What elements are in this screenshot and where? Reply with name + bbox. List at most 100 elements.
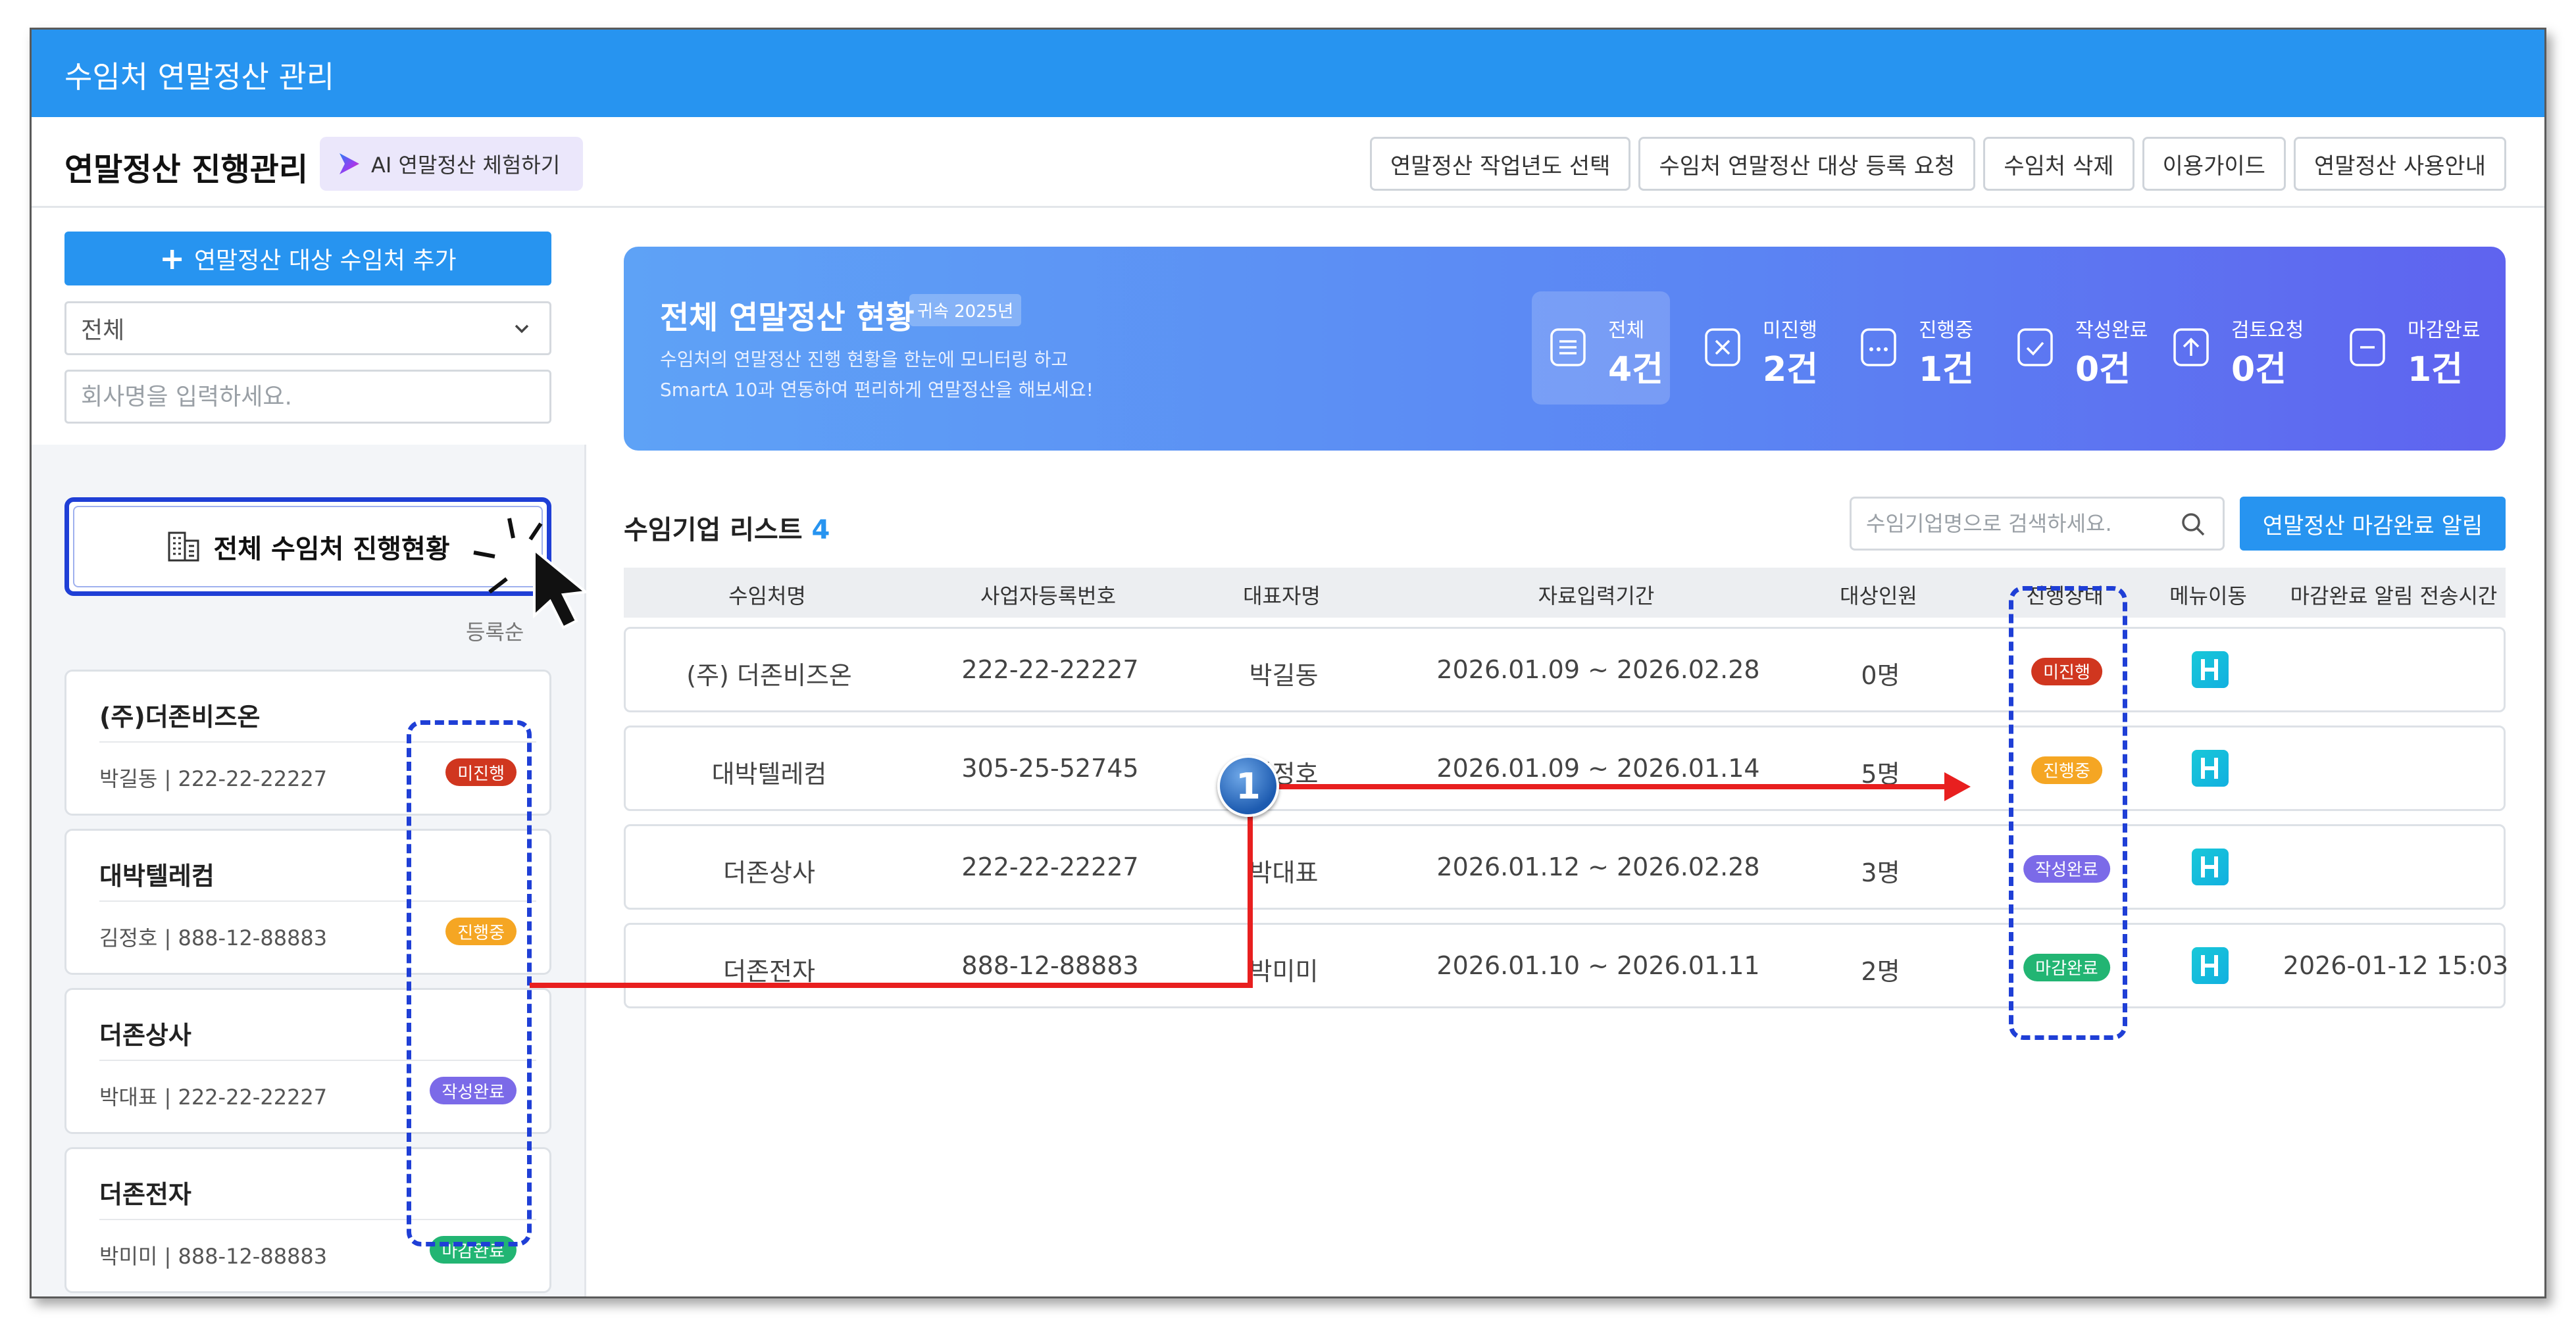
- column-header: 마감완료 알림 전송시간: [2290, 583, 2498, 608]
- stat-label: 검토요청: [2231, 319, 2304, 342]
- client-card-name: (주)더존비즈온: [99, 702, 261, 731]
- user-guide-button[interactable]: 이용가이드: [2142, 137, 2286, 191]
- client-card-name: 더존상사: [99, 1021, 191, 1050]
- cell-input-period: 2026.01.12 ~ 2026.02.28: [1436, 852, 1760, 881]
- cell-target-people: 0명: [1861, 661, 1900, 690]
- request-registration-button[interactable]: 수임처 연말정산 대상 등록 요청: [1638, 137, 1976, 191]
- page-header: 연말정산 진행관리 AI 연말정산 체험하기 연말정산 작업년도 선택 수임처 …: [32, 117, 2544, 208]
- cell-client-name: 대박텔레컴: [711, 760, 827, 789]
- titlebar: 수임처 연말정산 관리: [32, 30, 2544, 117]
- client-card-info: 박길동 | 222-22-22227: [99, 766, 328, 791]
- client-list-title-text: 수임기업 리스트: [624, 515, 803, 545]
- client-card-info: 김정호 | 888-12-88883: [99, 925, 328, 950]
- client-list-count: 4: [811, 515, 830, 545]
- x-box-icon: [1705, 328, 1740, 366]
- search-icon[interactable]: [2179, 510, 2208, 539]
- stat-value: 0건: [2075, 350, 2131, 389]
- stat-label: 작성완료: [2075, 319, 2148, 342]
- cell-target-people: 5명: [1861, 760, 1900, 789]
- client-card-info: 박미미 | 888-12-88883: [99, 1244, 328, 1269]
- stat-value: 0건: [2231, 350, 2287, 389]
- status-button-inner-border: [73, 506, 543, 587]
- client-card-rep: 박미미: [99, 1244, 158, 1269]
- select-work-year-button[interactable]: 연말정산 작업년도 선택: [1370, 137, 1631, 191]
- stat-value: 1건: [2408, 350, 2463, 389]
- cell-input-period: 2026.01.09 ~ 2026.01.14: [1436, 754, 1760, 783]
- callout-number-badge: 1: [1217, 755, 1279, 817]
- cell-representative: 박길동: [1249, 661, 1319, 690]
- cell-input-period: 2026.01.09 ~ 2026.02.28: [1436, 655, 1760, 684]
- cell-business-number: 888-12-88883: [961, 951, 1139, 980]
- stat-closed[interactable]: 마감완료 1건: [2331, 291, 2480, 405]
- client-card-bizno: 888-12-88883: [178, 925, 328, 950]
- stat-in-progress[interactable]: 진행중 1건: [1842, 291, 1981, 405]
- add-client-label: 연말정산 대상 수임처 추가: [193, 247, 457, 274]
- stat-label: 미진행: [1763, 319, 1817, 342]
- status-filter-value: 전체: [81, 317, 125, 344]
- attribution-year-badge: 귀속 2025년: [909, 294, 1022, 326]
- table-row[interactable]: (주) 더존비즈온 222-22-22227 박길동 2026.01.09 ~ …: [624, 627, 2506, 712]
- table-row[interactable]: 더존전자 888-12-88883 박미미 2026.01.10 ~ 2026.…: [624, 923, 2509, 1008]
- stat-label: 전체: [1608, 319, 1645, 342]
- column-header: 자료입력기간: [1538, 583, 1655, 608]
- cell-representative: 박미미: [1249, 957, 1319, 986]
- stat-written[interactable]: 작성완료 0건: [1999, 291, 2148, 405]
- plus-icon: +: [159, 241, 185, 276]
- table-row[interactable]: 더존상사 222-22-22227 박대표 2026.01.12 ~ 2026.…: [624, 824, 2506, 910]
- column-header: 대표자명: [1243, 583, 1321, 608]
- check-box-icon: [2017, 328, 2053, 366]
- dots-box-icon: [1861, 328, 1896, 366]
- client-search-input[interactable]: [1850, 497, 2225, 551]
- cell-business-number: 222-22-22227: [961, 852, 1139, 881]
- menu-shortcut-icon[interactable]: [2192, 651, 2229, 688]
- closing-notify-button[interactable]: 연말정산 마감완료 알림: [2240, 497, 2506, 551]
- banner-description: 수임처의 연말정산 진행 현황을 한눈에 모니터링 하고: [660, 349, 1069, 370]
- column-header: 대상인원: [1840, 583, 1917, 608]
- client-card-rep: 박길동: [99, 766, 158, 791]
- menu-shortcut-icon[interactable]: [2192, 947, 2229, 984]
- stat-review-requested[interactable]: 검토요청 0건: [2155, 291, 2304, 405]
- company-name-input[interactable]: [64, 370, 551, 424]
- client-list-title: 수임기업 리스트 4: [624, 508, 830, 547]
- list-icon: [1550, 328, 1586, 366]
- table-row[interactable]: 대박텔레컴 305-25-52745 김정호 2026.01.09 ~ 2026…: [624, 726, 2506, 811]
- cell-notify-sent-time: 2026-01-12 15:03: [2283, 951, 2509, 980]
- column-header: 사업자등록번호: [980, 583, 1117, 608]
- menu-shortcut-icon[interactable]: [2192, 750, 2229, 787]
- stat-label: 진행중: [1919, 319, 1973, 342]
- menu-shortcut-icon[interactable]: [2192, 849, 2229, 885]
- ai-trial-button[interactable]: AI 연말정산 체험하기: [320, 137, 583, 191]
- usage-info-button[interactable]: 연말정산 사용안내: [2293, 137, 2506, 191]
- client-card-rep: 김정호: [99, 925, 158, 950]
- app-title: 수임처 연말정산 관리: [64, 59, 335, 95]
- banner-description: SmartA 10과 연동하여 편리하게 연말정산을 해보세요!: [660, 379, 1094, 401]
- cell-business-number: 305-25-52745: [961, 754, 1139, 783]
- upload-icon: [2173, 328, 2209, 366]
- stat-not-started[interactable]: 미진행 2건: [1686, 291, 1825, 405]
- cell-business-number: 222-22-22227: [961, 655, 1139, 684]
- stat-value: 1건: [1919, 350, 1975, 389]
- sort-order-label[interactable]: 등록순: [466, 616, 524, 646]
- status-filter-select[interactable]: 전체: [64, 301, 551, 355]
- status-summary-banner: 전체 연말정산 현황 귀속 2025년 수임처의 연말정산 진행 현황을 한눈에…: [624, 247, 2506, 451]
- app-window: 수임처 연말정산 관리 연말정산 진행관리 AI 연말정산 체험하기 연말정산 …: [30, 28, 2546, 1298]
- column-header: 수임처명: [728, 583, 806, 608]
- all-client-status-button[interactable]: 전체 수임처 진행현황: [64, 497, 551, 596]
- table-status-highlight: [2009, 586, 2127, 1040]
- delete-client-button[interactable]: 수임처 삭제: [1983, 137, 2134, 191]
- add-client-button[interactable]: + 연말정산 대상 수임처 추가: [64, 232, 551, 285]
- stat-label: 마감완료: [2408, 319, 2481, 342]
- cell-client-name: 더존상사: [723, 858, 815, 887]
- column-header: 메뉴이동: [2169, 583, 2247, 608]
- cell-representative: 박대표: [1249, 858, 1319, 887]
- cell-client-name: (주) 더존비즈온: [686, 661, 852, 690]
- stat-total[interactable]: 전체 4건: [1532, 291, 1670, 405]
- table-header: 수임처명 사업자등록번호 대표자명 자료입력기간 대상인원 진행상태 메뉴이동 …: [624, 568, 2506, 618]
- client-card-bizno: 222-22-22227: [178, 766, 328, 791]
- client-card-rep: 박대표: [99, 1085, 158, 1110]
- ai-play-icon: [340, 153, 359, 174]
- ai-trial-label: AI 연말정산 체험하기: [371, 153, 561, 178]
- sidebar-filters: + 연말정산 대상 수임처 추가 전체: [32, 208, 586, 445]
- stat-value: 4건: [1608, 350, 1664, 389]
- cell-target-people: 2명: [1861, 957, 1900, 986]
